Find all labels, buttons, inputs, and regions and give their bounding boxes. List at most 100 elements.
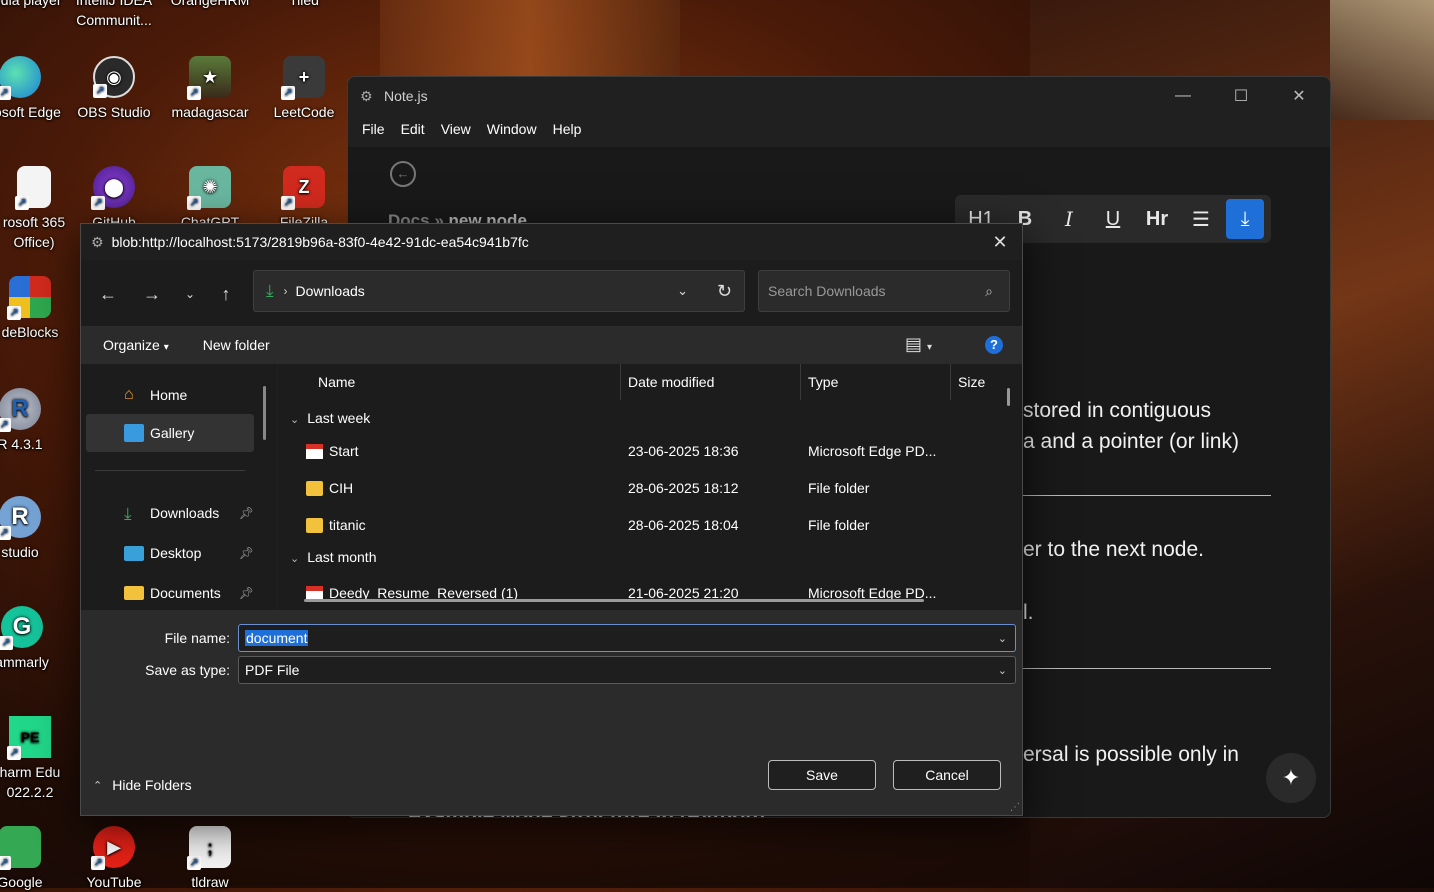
list-icon: ☰ <box>1192 208 1210 231</box>
desktop-icon-label: harm Edu 022.2.2 <box>0 764 61 800</box>
group-header[interactable]: ⌄ Last week <box>290 410 370 426</box>
bullet-list-button[interactable]: ☰ <box>1182 207 1220 232</box>
nav-item-documents[interactable]: Documents 📌︎ <box>86 574 254 612</box>
cancel-button[interactable]: Cancel <box>893 760 1001 790</box>
nav-item-label: Gallery <box>150 425 195 441</box>
ai-assist-button[interactable]: ✦ <box>1266 753 1316 803</box>
hide-folders-button[interactable]: ⌃ Hide Folders <box>93 777 192 793</box>
desktop-icon <box>124 545 144 561</box>
file-row[interactable]: Start 23-06-2025 18:36 Microsoft Edge PD… <box>278 434 1022 470</box>
group-header[interactable]: ⌄ Last month <box>290 549 376 565</box>
doc-text-line: l. <box>1023 601 1034 624</box>
nav-item-desktop[interactable]: Desktop 📌︎ <box>86 534 254 572</box>
search-placeholder: Search Downloads <box>768 283 886 299</box>
file-type: File folder <box>808 517 870 533</box>
underline-button[interactable]: U <box>1094 208 1132 231</box>
column-divider[interactable] <box>800 364 801 400</box>
column-divider[interactable] <box>950 364 951 400</box>
desktop-icon-label: rosoft 365 Office) <box>2 214 66 250</box>
desktop-icon-google[interactable]: ↗ Google <box>0 826 66 892</box>
filezilla-icon: Z ↗ <box>281 166 325 210</box>
desktop-icon-edge[interactable]: ↗ icrosoft Edge <box>0 56 66 122</box>
nav-item-home[interactable]: ⌂ Home <box>86 376 254 414</box>
downloads-icon: ⤓ <box>124 504 132 523</box>
column-divider[interactable] <box>620 364 621 400</box>
download-button[interactable]: ⤓ <box>1226 199 1264 239</box>
menu-view[interactable]: View <box>433 121 479 137</box>
save-type-label: Save as type: <box>145 662 230 678</box>
desktop-icon-label: LeetCode <box>273 104 335 120</box>
menu-file[interactable]: File <box>354 121 393 137</box>
menu-edit[interactable]: Edit <box>393 121 433 137</box>
column-date-modified[interactable]: Date modified <box>628 374 714 390</box>
italic-button[interactable]: I <box>1050 207 1088 231</box>
vertical-scrollbar[interactable] <box>1007 388 1010 406</box>
resize-grip-icon[interactable]: ⋰ <box>1010 802 1020 813</box>
nav-scrollbar[interactable] <box>263 386 266 440</box>
save-dialog: ⚙ blob:http://localhost:5173/2819b96a-83… <box>80 223 1023 816</box>
desktop-icon-codeblocks[interactable]: ↗ deBlocks <box>0 276 76 342</box>
downloads-icon: ⤓ <box>266 281 274 300</box>
refresh-button[interactable]: ↻ <box>717 281 732 302</box>
minimize-button[interactable]: — <box>1154 77 1212 115</box>
folder-icon <box>306 481 323 496</box>
menu-window[interactable]: Window <box>479 121 545 137</box>
organize-button[interactable]: Organize ▾ <box>93 337 179 353</box>
back-button[interactable]: ← <box>390 161 416 187</box>
app-close-button[interactable]: ✕ <box>1270 77 1328 115</box>
desktop-icon-rstudio[interactable]: R ↗ studio <box>0 496 66 562</box>
column-type[interactable]: Type <box>808 374 838 390</box>
desktop-icon-leetcode[interactable]: + ↗ LeetCode <box>258 56 350 122</box>
back-button[interactable]: ← <box>96 282 120 306</box>
maximize-button[interactable]: ☐ <box>1212 77 1270 115</box>
help-button[interactable]: ? <box>985 336 1003 354</box>
column-size[interactable]: Size <box>958 374 985 390</box>
desktop-icon-youtube[interactable]: ▶ ↗ YouTube <box>68 826 160 892</box>
save-button[interactable]: Save <box>768 760 876 790</box>
new-folder-button[interactable]: New folder <box>193 337 280 353</box>
desktop-icon-media-player[interactable]: c media player <box>0 0 62 10</box>
desktop-icon-r[interactable]: R ↗ R 4.3.1 <box>0 388 66 454</box>
codeblocks-icon: ↗ <box>7 276 51 320</box>
horizontal-rule-button[interactable]: Hr <box>1138 208 1176 231</box>
dialog-titlebar: ⚙ blob:http://localhost:5173/2819b96a-83… <box>81 224 1022 260</box>
file-name-input[interactable]: document ⌄ <box>238 624 1016 652</box>
desktop-icon-label: OrangeHRM <box>170 0 250 8</box>
save-type-select[interactable]: PDF File ⌄ <box>238 656 1016 684</box>
app-logo-icon: ⚙ <box>360 88 373 104</box>
file-row[interactable]: CIH 28-06-2025 18:12 File folder <box>278 471 1022 507</box>
nav-item-downloads[interactable]: ⤓ Downloads 📌︎ <box>86 494 254 532</box>
nav-item-gallery[interactable]: Gallery <box>86 414 254 452</box>
chatgpt-icon: ✺ ↗ <box>187 166 231 210</box>
file-row[interactable]: titanic 28-06-2025 18:04 File folder <box>278 508 1022 544</box>
desktop-icon-tiled[interactable]: Tiled <box>258 0 350 10</box>
desktop-icon-grammarly[interactable]: G ↗ ammarly <box>0 606 68 672</box>
doc-text-line: er to the next node. <box>1023 538 1204 561</box>
desktop-icon-tldraw[interactable]: ; ↗ tldraw <box>164 826 256 892</box>
nav-item-label: Desktop <box>150 545 202 561</box>
column-name[interactable]: Name <box>318 374 355 390</box>
desktop-icon-obs[interactable]: ◉ ↗ OBS Studio <box>68 56 160 122</box>
desktop-icon-orangehrm[interactable]: OrangeHRM <box>164 0 256 10</box>
horizontal-scrollbar[interactable] <box>304 599 924 602</box>
menu-help[interactable]: Help <box>545 121 590 137</box>
desktop-icon-intellij[interactable]: IntelliJ IDEA Communit... <box>68 0 160 30</box>
file-row[interactable]: Deedy_Resume_Reversed (1) 21-06-2025 21:… <box>278 576 1022 610</box>
group-label: Last month <box>307 549 377 565</box>
file-date: 28-06-2025 18:04 <box>628 517 739 533</box>
save-type-value: PDF File <box>245 662 300 678</box>
search-input[interactable]: Search Downloads ⌕ <box>758 270 1010 312</box>
desktop-icon-madagascar[interactable]: ★ ↗ madagascar <box>164 56 256 122</box>
address-bar[interactable]: ⤓ › Downloads ⌄ ↻ <box>253 270 745 312</box>
view-options-button[interactable]: ▤ ▾ <box>905 334 932 355</box>
dialog-close-button[interactable]: ✕ <box>988 230 1012 254</box>
caret-down-icon: ▾ <box>163 342 169 353</box>
address-dropdown-button[interactable]: ⌄ <box>677 283 688 299</box>
recent-locations-button[interactable]: ⌄ <box>178 282 202 306</box>
desktop-icon-pycharm[interactable]: PE ↗ harm Edu 022.2.2 <box>0 716 76 802</box>
forward-button[interactable]: → <box>140 282 164 306</box>
address-text: Downloads <box>295 283 365 299</box>
up-button[interactable]: ↑ <box>214 282 238 306</box>
doc-divider <box>1023 495 1271 496</box>
nav-item-label: Home <box>150 387 188 403</box>
